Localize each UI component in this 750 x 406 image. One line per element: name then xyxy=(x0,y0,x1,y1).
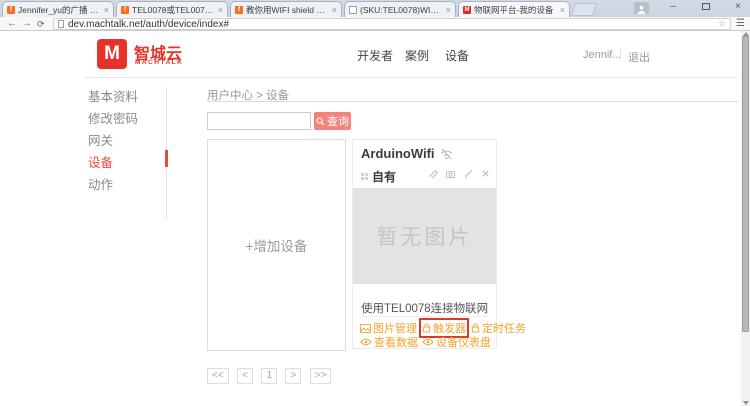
search-button-label: 查询 xyxy=(327,113,349,129)
camera-icon[interactable] xyxy=(445,169,456,179)
logout-link[interactable]: 退出 xyxy=(628,49,650,65)
add-device-card[interactable]: +增加设备 xyxy=(207,139,346,351)
maximize-icon xyxy=(702,3,710,10)
sidebar-item-password[interactable]: 修改密码 xyxy=(88,108,138,127)
browser-toolbar: ← → ⟳ dev.machtalk.net/auth/device/index… xyxy=(0,17,750,31)
machtalk-favicon: M xyxy=(463,6,471,14)
brand-subname: MACHTALK xyxy=(135,59,183,66)
device-image-placeholder: 暂无图片 xyxy=(353,188,496,284)
view-data-link[interactable]: 查看数据 xyxy=(360,334,418,350)
tab-title: Jennifer_yu的广播 - DF创 xyxy=(18,4,101,16)
wifi-offline-icon xyxy=(439,148,454,160)
nav-devices[interactable]: 设备 xyxy=(445,47,469,64)
pagination-last[interactable]: >> xyxy=(310,368,332,384)
browser-tab-2[interactable]: f TEL0078或TEL0079物联 × xyxy=(116,1,228,17)
sidebar-item-profile[interactable]: 基本资料 xyxy=(88,86,138,105)
site-header: M 智城云 MACHTALK 开发者 案例 设备 Jennif... | 退出 xyxy=(85,31,738,78)
maximize-button[interactable] xyxy=(695,0,717,13)
page-icon xyxy=(58,20,64,28)
tab-title: TEL0078或TEL0079物联 xyxy=(132,4,215,16)
pagination-next[interactable]: > xyxy=(285,368,301,384)
sidebar-item-gateway[interactable]: 网关 xyxy=(88,130,113,149)
back-icon[interactable]: ← xyxy=(7,17,17,31)
reload-icon[interactable]: ⟳ xyxy=(37,17,45,31)
scrollbar-thumb[interactable] xyxy=(742,36,749,332)
pagination-page-1[interactable]: 1 xyxy=(261,368,277,384)
attach-icon[interactable] xyxy=(427,168,438,179)
add-device-label: +增加设备 xyxy=(246,235,308,255)
menu-icon[interactable]: ☰ xyxy=(736,17,745,31)
search-icon xyxy=(316,117,325,126)
tab-close-icon[interactable]: × xyxy=(332,5,337,15)
browser-tab-3[interactable]: f 教你用WIFI shield 简单几 × xyxy=(230,1,342,17)
browser-tab-1[interactable]: f Jennifer_yu的广播 - DF创 × xyxy=(2,1,114,17)
browser-tab-strip: f Jennifer_yu的广播 - DF创 × f TEL0078或TEL00… xyxy=(0,0,750,17)
link-label: 设备仪表盘 xyxy=(436,334,491,350)
search-button[interactable]: 查询 xyxy=(314,112,351,130)
tab-title: (SKU:TEL0078)WIFI Shie xyxy=(360,5,443,15)
sidebar-item-actions[interactable]: 动作 xyxy=(88,174,113,193)
divider xyxy=(361,316,488,317)
browser-tab-5-active[interactable]: M 物联网平台-我的设备 × xyxy=(458,1,570,17)
device-dashboard-link[interactable]: 设备仪表盘 xyxy=(422,334,491,350)
nav-cases[interactable]: 案例 xyxy=(405,47,429,64)
delete-icon[interactable] xyxy=(481,169,490,178)
device-card: ArduinoWifi 自有 xyxy=(352,139,497,349)
sidebar-item-devices[interactable]: 设备 xyxy=(88,152,113,171)
dfrobot-favicon: f xyxy=(7,6,15,14)
sidebar-active-indicator xyxy=(165,150,168,167)
eye-icon xyxy=(422,338,434,346)
url-text[interactable]: dev.machtalk.net/auth/device/index# xyxy=(68,19,229,30)
dfrobot-favicon: f xyxy=(235,6,243,14)
pagination: << < 1 > >> xyxy=(207,365,335,384)
close-window-button[interactable]: × xyxy=(727,0,749,13)
page-favicon xyxy=(349,6,357,14)
tab-close-icon[interactable]: × xyxy=(446,5,451,15)
nav-developer[interactable]: 开发者 xyxy=(357,47,393,64)
user-name: Jennif... xyxy=(583,49,622,61)
link-label: 查看数据 xyxy=(374,334,418,350)
page-scrollbar[interactable] xyxy=(741,31,750,406)
address-bar[interactable]: dev.machtalk.net/auth/device/index# ☆ xyxy=(53,18,731,30)
minimize-button[interactable]: – xyxy=(662,0,684,13)
divider: | xyxy=(619,48,622,60)
edit-icon[interactable] xyxy=(463,168,474,179)
device-description: 使用TEL0078连接物联网 xyxy=(361,300,488,316)
tab-close-icon[interactable]: × xyxy=(560,5,565,15)
divider xyxy=(207,101,738,102)
device-owner-badge: 自有 xyxy=(372,168,396,185)
browser-tab-4[interactable]: (SKU:TEL0078)WIFI Shie × xyxy=(344,1,456,17)
forward-icon[interactable]: → xyxy=(22,17,32,31)
tab-title: 物联网平台-我的设备 xyxy=(474,4,557,16)
tab-title: 教你用WIFI shield 简单几 xyxy=(246,4,329,16)
bookmark-star-icon[interactable]: ☆ xyxy=(718,18,726,29)
grid-icon xyxy=(361,173,368,180)
search-input[interactable] xyxy=(207,112,311,130)
tab-close-icon[interactable]: × xyxy=(104,5,109,15)
scroll-down-icon[interactable] xyxy=(743,401,749,405)
eye-icon xyxy=(360,338,372,346)
pagination-first[interactable]: << xyxy=(207,368,229,384)
machtalk-logo-icon[interactable]: M xyxy=(97,39,127,69)
profile-icon[interactable] xyxy=(634,2,649,14)
pagination-prev[interactable]: < xyxy=(237,368,253,384)
lock-icon xyxy=(422,323,431,333)
image-icon xyxy=(360,324,371,333)
tab-close-icon[interactable]: × xyxy=(218,5,223,15)
device-name: ArduinoWifi xyxy=(361,146,435,161)
lock-icon xyxy=(471,323,480,333)
dfrobot-favicon: f xyxy=(121,6,129,14)
no-image-text: 暂无图片 xyxy=(377,221,473,251)
page-content: M 智城云 MACHTALK 开发者 案例 设备 Jennif... | 退出 … xyxy=(0,31,741,406)
new-tab-button[interactable] xyxy=(571,3,597,16)
